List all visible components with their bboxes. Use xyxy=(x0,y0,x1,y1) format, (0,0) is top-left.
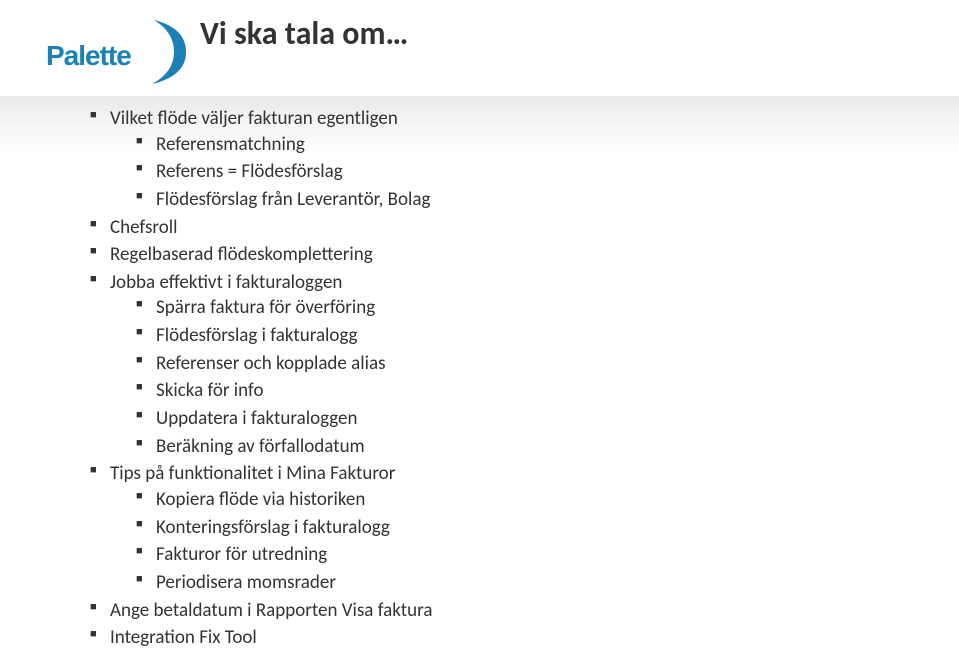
list-item: Regelbaserad flödeskomplettering xyxy=(90,242,870,268)
list-item: Flödesförslag i fakturalogg xyxy=(110,323,870,349)
list-item: Jobba effektivt i fakturaloggen Spärra f… xyxy=(90,270,870,459)
list-item: Periodisera momsrader xyxy=(110,570,870,596)
list-item: Konteringsförslag i fakturalogg xyxy=(110,515,870,541)
list-item-text: Kopiera flöde via historiken xyxy=(156,488,365,511)
list-item: Vilket flöde väljer fakturan egentligen … xyxy=(90,106,870,213)
slide-content: Vilket flöde väljer fakturan egentligen … xyxy=(90,106,870,653)
list-item-text: Integration Fix Tool xyxy=(110,626,257,649)
list-item-text: Referenser och kopplade alias xyxy=(156,352,386,375)
list-item: Ange betaldatum i Rapporten Visa faktura xyxy=(90,598,870,624)
slide-title: Vi ska tala om… xyxy=(200,14,408,53)
list-item: Referensmatchning xyxy=(110,132,870,158)
list-item: Uppdatera i fakturaloggen xyxy=(110,406,870,432)
list-item-text: Uppdatera i fakturaloggen xyxy=(156,407,357,430)
list-item-text: Ange betaldatum i Rapporten Visa faktura xyxy=(110,599,432,622)
list-item-text: Flödesförslag i fakturalogg xyxy=(156,324,358,347)
list-item-text: Beräkning av förfallodatum xyxy=(156,435,365,458)
list-item-text: Flödesförslag från Leverantör, Bolag xyxy=(156,188,430,211)
list-item: Skicka för info xyxy=(110,378,870,404)
list-item: Spärra faktura för överföring xyxy=(110,295,870,321)
logo-wordmark: Palette xyxy=(46,40,131,72)
list-item: Integration Fix Tool xyxy=(90,625,870,651)
brand-logo: Palette xyxy=(46,14,182,94)
list-item-text: Regelbaserad flödeskomplettering xyxy=(110,243,373,266)
list-item: Chefsroll xyxy=(90,215,870,241)
list-item: Tips på funktionalitet i Mina Fakturor K… xyxy=(90,461,870,595)
list-item: Kopiera flöde via historiken xyxy=(110,487,870,513)
logo-swoosh-icon xyxy=(144,14,190,89)
list-item-text: Skicka för info xyxy=(156,379,263,402)
list-item: Referens = Flödesförslag xyxy=(110,159,870,185)
list-item-text: Tips på funktionalitet i Mina Fakturor xyxy=(110,462,395,485)
list-item-text: Jobba effektivt i fakturaloggen xyxy=(110,271,342,294)
slide: Palette Vi ska tala om… Vilket flöde väl… xyxy=(0,0,959,645)
list-item-text: Fakturor för utredning xyxy=(156,543,327,566)
list-item: Beräkning av förfallodatum xyxy=(110,434,870,460)
list-item-text: Konteringsförslag i fakturalogg xyxy=(156,516,390,539)
bullet-list: Vilket flöde väljer fakturan egentligen … xyxy=(90,106,870,651)
list-item-text: Chefsroll xyxy=(110,216,177,239)
list-item-text: Periodisera momsrader xyxy=(156,571,336,594)
list-item-text: Vilket flöde väljer fakturan egentligen xyxy=(110,107,398,130)
list-item-text: Spärra faktura för överföring xyxy=(156,296,375,319)
list-item-text: Referensmatchning xyxy=(156,133,305,156)
list-item: Flödesförslag från Leverantör, Bolag xyxy=(110,187,870,213)
list-item: Fakturor för utredning xyxy=(110,542,870,568)
list-item: Referenser och kopplade alias xyxy=(110,351,870,377)
list-item-text: Referens = Flödesförslag xyxy=(156,160,343,183)
